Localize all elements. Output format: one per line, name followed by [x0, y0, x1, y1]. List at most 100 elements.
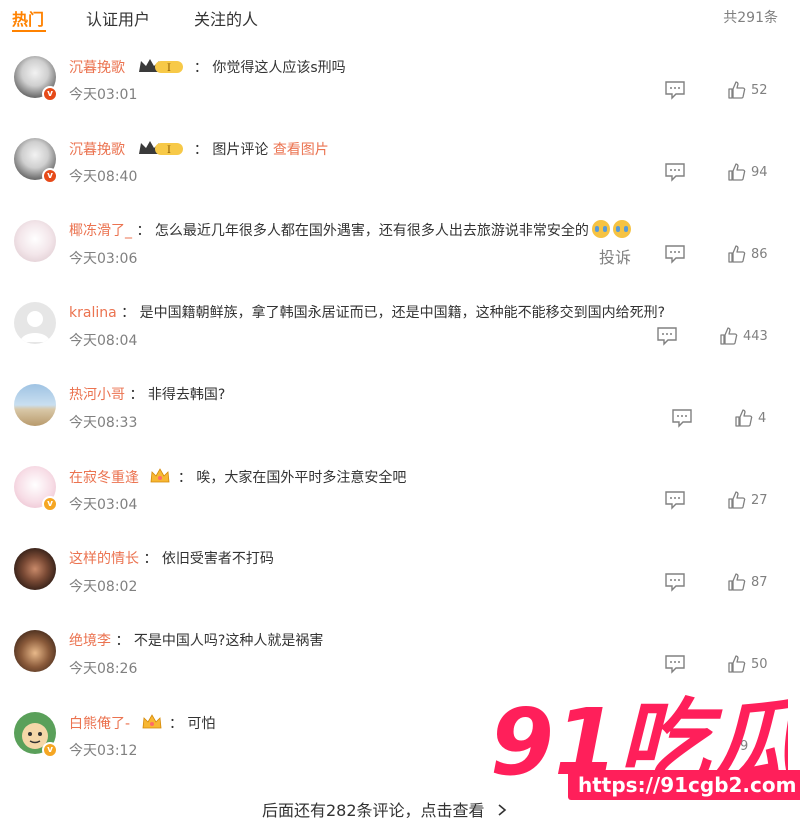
like-button[interactable]: 50	[728, 654, 768, 674]
username[interactable]: 沉暮挽歌	[69, 142, 125, 158]
username[interactable]: 椰冻滑了_	[69, 223, 132, 239]
crown-icon: I	[139, 141, 184, 156]
view-more-comments-link[interactable]: 后面还有282条评论，点击查看	[262, 797, 508, 821]
comment-time: 今天03:01	[69, 87, 138, 103]
username[interactable]: 这样的情长	[69, 551, 139, 567]
tab-verified-users[interactable]: 认证用户	[86, 6, 150, 30]
username[interactable]: 热河小哥	[69, 387, 125, 403]
active-tab-underline	[12, 30, 46, 32]
reply-icon[interactable]	[656, 326, 678, 346]
reply-icon[interactable]	[664, 654, 686, 674]
like-button[interactable]: 27	[728, 490, 768, 510]
default-avatar-icon	[20, 311, 50, 342]
like-count: 87	[751, 574, 768, 590]
comment-time: 今天08:33	[69, 415, 138, 431]
like-icon	[720, 327, 738, 345]
username[interactable]: kralina	[69, 305, 117, 321]
comment-time: 今天08:04	[69, 333, 138, 349]
comment-text: 你觉得这人应该s刑吗	[212, 60, 346, 76]
like-icon	[728, 573, 746, 591]
like-count: 50	[751, 656, 768, 672]
comment-time: 今天08:40	[69, 169, 138, 185]
verified-badge-icon: v	[42, 742, 58, 758]
reply-icon[interactable]	[664, 244, 686, 264]
tab-following[interactable]: 关注的人	[194, 6, 258, 30]
verified-badge-icon: v	[42, 86, 58, 102]
reply-icon[interactable]	[671, 408, 693, 428]
comment-text: 是中国籍朝鲜族，拿了韩国永居证而已，还是中国籍，这种能不能移交到国内给死刑?	[139, 305, 666, 321]
like-count: 4	[758, 410, 767, 426]
avatar[interactable]	[14, 384, 58, 428]
crying-emoji-icon	[612, 220, 631, 238]
tab-hot[interactable]: 热门	[12, 6, 44, 30]
like-button[interactable]: 9	[735, 736, 748, 756]
comment-text: 怎么最近几年很多人都在国外遇害，还有很多人出去旅游说非常安全的	[154, 223, 589, 239]
like-count: 443	[743, 328, 768, 344]
like-icon	[735, 409, 753, 427]
comment-time: 今天08:02	[69, 579, 138, 595]
reply-icon[interactable]	[664, 162, 686, 182]
like-count: 52	[751, 82, 768, 98]
crying-emoji-icon	[591, 220, 610, 238]
like-icon	[728, 81, 746, 99]
username[interactable]: 在寂冬重逢	[69, 470, 139, 486]
like-count: 9	[740, 738, 749, 754]
svg-text:I: I	[167, 145, 171, 156]
comment-item: v 沉暮挽歌 I ： 图片评论 查看图片 今天08:40 94	[0, 138, 800, 220]
avatar[interactable]	[14, 220, 58, 264]
reply-icon[interactable]	[664, 572, 686, 592]
like-button[interactable]: 4	[735, 408, 766, 428]
like-count: 94	[751, 164, 768, 180]
avatar[interactable]	[14, 548, 58, 592]
like-icon	[728, 245, 746, 263]
username[interactable]: 白熊俺了-	[69, 716, 130, 732]
crown-icon: I	[139, 59, 184, 74]
like-button[interactable]: 94	[728, 162, 768, 182]
avatar[interactable]: v	[14, 712, 58, 758]
chevron-right-icon	[498, 804, 506, 816]
comment-text: 非得去韩国?	[147, 387, 226, 403]
crown-icon	[142, 714, 161, 729]
comment-item: v 沉暮挽歌 I ： 你觉得这人应该s刑吗 今天03:01 52	[0, 56, 800, 138]
comment-item: 这样的情长 ： 依旧受害者不打码 今天08:02 87	[0, 548, 800, 630]
comment-text: 依旧受害者不打码	[161, 551, 274, 567]
comment-item: 绝境李 ： 不是中国人吗?这种人就是祸害 今天08:26 50	[0, 630, 800, 712]
like-count: 86	[751, 246, 768, 262]
verified-badge-icon: v	[42, 496, 58, 512]
comment-text: 可怕	[187, 716, 216, 732]
comment-item: 热河小哥 ： 非得去韩国? 今天08:33 4	[0, 384, 800, 466]
comment-text: 图片评论	[212, 142, 273, 158]
like-count: 27	[751, 492, 768, 508]
avatar[interactable]: v	[14, 138, 58, 184]
username[interactable]: 绝境李	[69, 633, 111, 649]
comment-item: 椰冻滑了_ ： 怎么最近几年很多人都在国外遇害，还有很多人出去旅游说非常安全的 …	[0, 220, 800, 302]
like-icon	[728, 491, 746, 509]
comment-time: 今天03:06	[69, 251, 138, 267]
view-image-link[interactable]: 查看图片	[273, 142, 329, 158]
comment-time: 今天03:12	[69, 743, 138, 759]
comment-item: v 在寂冬重逢 ： 唉，大家在国外平时多注意安全吧 今天03:04 27	[0, 466, 800, 548]
reply-icon[interactable]	[664, 80, 686, 100]
verified-badge-icon: v	[42, 168, 58, 184]
comment-text: 不是中国人吗?这种人就是祸害	[133, 633, 324, 649]
like-button[interactable]: 52	[728, 80, 768, 100]
avatar[interactable]: v	[14, 466, 58, 512]
reply-icon[interactable]	[664, 490, 686, 510]
report-button[interactable]: 投诉	[599, 244, 631, 268]
username[interactable]: 沉暮挽歌	[69, 60, 125, 76]
like-button[interactable]: 86	[728, 244, 768, 264]
comment-time: 今天08:26	[69, 661, 138, 677]
like-icon	[728, 163, 746, 181]
comment-item: v 白熊俺了- ： 可怕 今天03:12 9	[0, 712, 800, 794]
avatar[interactable]	[14, 630, 58, 674]
like-icon	[728, 655, 746, 673]
comment-time: 今天03:04	[69, 497, 138, 513]
comment-item: kralina ： 是中国籍朝鲜族，拿了韩国永居证而已，还是中国籍，这种能不能移…	[0, 302, 800, 384]
like-button[interactable]: 87	[728, 572, 768, 592]
crown-icon	[151, 468, 170, 483]
avatar[interactable]	[14, 302, 58, 346]
comment-text: 唉，大家在国外平时多注意安全吧	[196, 470, 407, 486]
avatar[interactable]: v	[14, 56, 58, 102]
like-button[interactable]: 443	[720, 326, 768, 346]
comment-tabs: 热门 认证用户 关注的人 共291条	[0, 0, 800, 34]
